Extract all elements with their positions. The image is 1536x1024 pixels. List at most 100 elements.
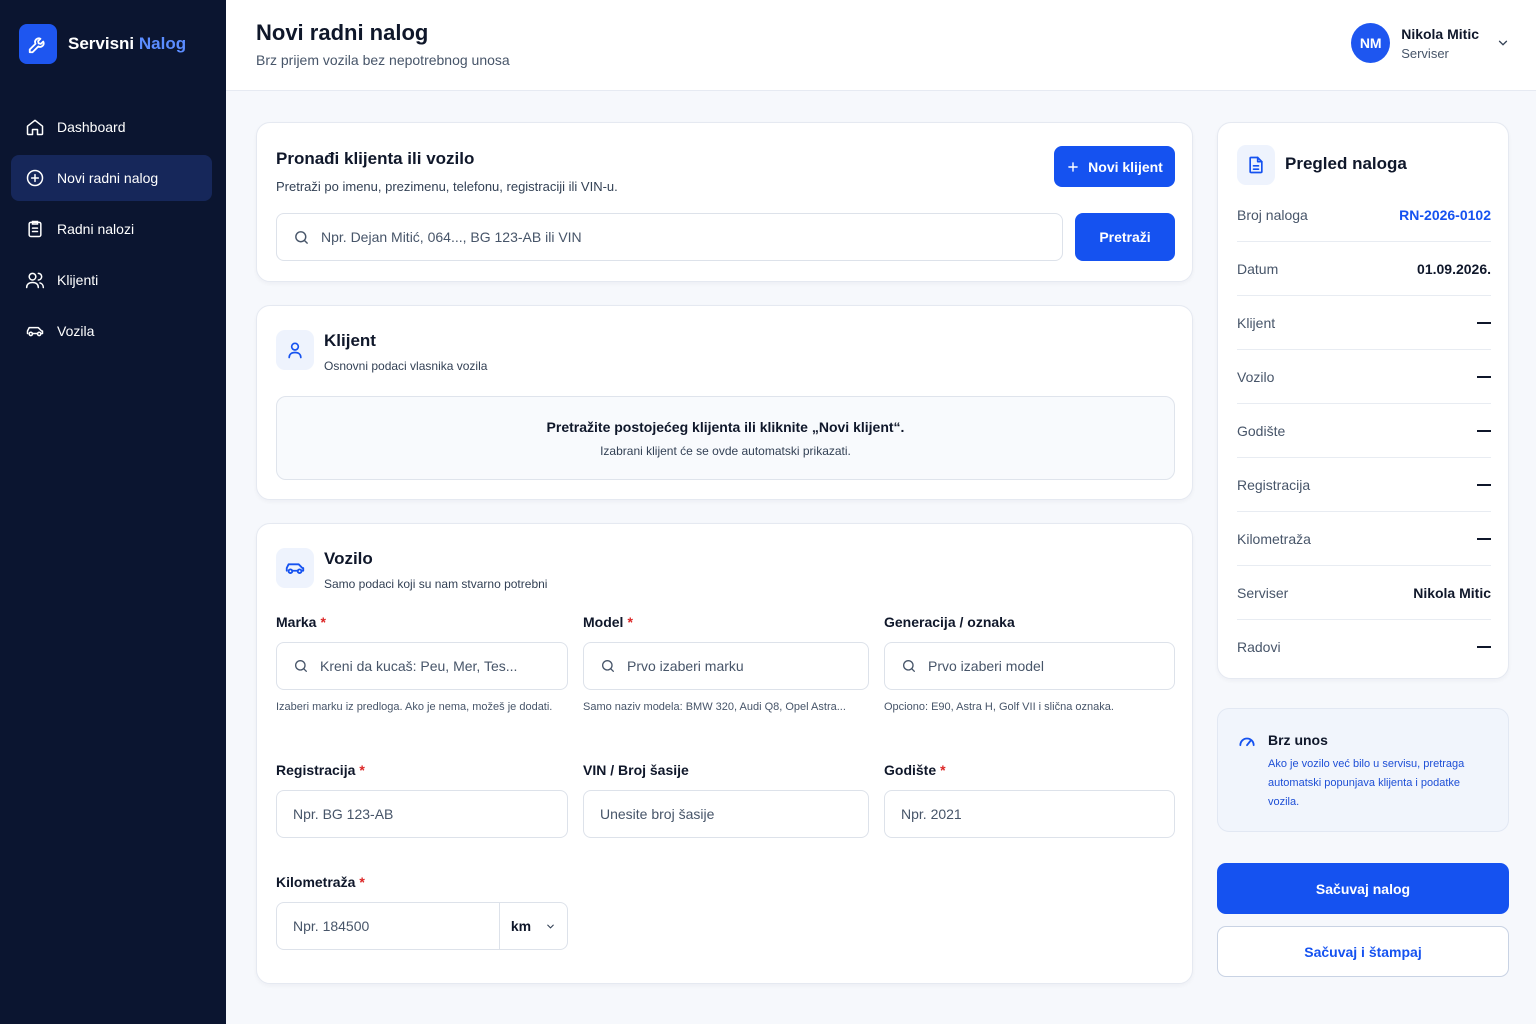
- page-title: Novi radni nalog: [256, 20, 429, 45]
- page-subtitle: Brz prijem vozila bez nepotrebnog unosa: [256, 52, 510, 68]
- search-title: Pronađi klijenta ili vozilo: [276, 149, 475, 168]
- mileage-label: Kilometraža *: [276, 874, 365, 890]
- sidebar-item-vehicles[interactable]: Vozila: [11, 308, 212, 354]
- plus-icon: [1068, 161, 1078, 172]
- quick-entry-text: Ako je vozilo već bilo u servisu, pretra…: [1268, 758, 1465, 808]
- summary-row-year: Godište: [1237, 404, 1491, 458]
- model-hint: Samo naziv modela: BMW 320, Audi Q8, Ope…: [583, 701, 846, 713]
- wrench-icon: [19, 24, 57, 64]
- sidebar-item-label: Vozila: [57, 323, 95, 339]
- user-name: Nikola Mitic: [1401, 25, 1479, 42]
- brand-name: Servisni Nalog: [68, 34, 187, 53]
- sidebar-item-work-orders[interactable]: Radni nalozi: [11, 206, 212, 252]
- model-placeholder: Prvo izaberi marku: [627, 658, 744, 674]
- make-placeholder: Kreni da kucaš: Peu, Mer, Tes...: [320, 658, 518, 674]
- search-input[interactable]: Npr. Dejan Mitić, 064..., BG 123-AB ili …: [276, 213, 1063, 261]
- vehicle-title: Vozilo: [324, 549, 373, 568]
- summary-title: Pregled naloga: [1285, 154, 1407, 173]
- sidebar-item-new-work-order[interactable]: Novi radni nalog: [11, 155, 212, 201]
- user-role: Serviser: [1401, 45, 1449, 61]
- sidebar-item-label: Radni nalozi: [57, 221, 135, 237]
- top-header: Novi radni nalog Brz prijem vozila bez n…: [226, 0, 1536, 91]
- empty-value-dash: [1477, 646, 1491, 648]
- vin-input[interactable]: Unesite broj šasije: [583, 790, 869, 838]
- sidebar-nav: Dashboard Novi radni nalog Radni nalozi …: [11, 104, 212, 359]
- summary-row-technician: Serviser Nikola Mitic: [1237, 566, 1491, 620]
- quick-entry-info: Brz unos Ako je vozilo već bilo u servis…: [1217, 708, 1509, 832]
- save-and-print-button[interactable]: Sačuvaj i štampaj: [1217, 926, 1509, 977]
- client-title: Klijent: [324, 331, 376, 350]
- model-label: Model *: [583, 614, 633, 630]
- registration-placeholder: Npr. BG 123-AB: [293, 806, 394, 822]
- summary-row-client: Klijent: [1237, 296, 1491, 350]
- summary-row-mileage: Kilometraža: [1237, 512, 1491, 566]
- user-icon: [276, 330, 314, 370]
- summary-row-registration: Registracija: [1237, 458, 1491, 512]
- search-placeholder: Npr. Dejan Mitić, 064..., BG 123-AB ili …: [321, 229, 582, 245]
- summary-card: Pregled naloga Broj naloga RN-2026-0102 D…: [1217, 122, 1509, 679]
- registration-label: Registracija *: [276, 762, 365, 778]
- empty-value-dash: [1477, 375, 1491, 378]
- registration-input[interactable]: Npr. BG 123-AB: [276, 790, 568, 838]
- generation-label: Generacija / oznaka: [884, 614, 1015, 630]
- vin-placeholder: Unesite broj šasije: [600, 806, 715, 822]
- summary-row-date: Datum 01.09.2026.: [1237, 242, 1491, 296]
- quick-entry-title: Brz unos: [1268, 732, 1328, 748]
- sidebar-item-label: Novi radni nalog: [57, 170, 159, 186]
- sidebar-item-dashboard[interactable]: Dashboard: [11, 104, 212, 150]
- sidebar-item-label: Dashboard: [57, 119, 126, 135]
- vehicle-card: Vozilo Samo podaci koji su nam stvarno p…: [256, 523, 1193, 984]
- mileage-unit-select[interactable]: km: [499, 903, 567, 949]
- client-subtitle: Osnovni podaci vlasnika vozila: [324, 359, 488, 373]
- sidebar-item-label: Klijenti: [57, 272, 99, 288]
- chevron-down-icon: [1498, 40, 1508, 46]
- model-input[interactable]: Prvo izaberi marku: [583, 642, 869, 690]
- vin-label: VIN / Broj šasije: [583, 762, 689, 778]
- make-hint: Izaberi marku iz predloga. Ako je nema, …: [276, 701, 553, 713]
- empty-value-dash: [1477, 483, 1491, 486]
- mileage-unit: km: [510, 918, 532, 934]
- empty-value-dash: [1477, 321, 1491, 324]
- search-icon: [602, 660, 614, 672]
- sidebar-item-clients[interactable]: Klijenti: [11, 257, 212, 303]
- generation-placeholder: Prvo izaberi model: [928, 658, 1044, 674]
- year-placeholder: Npr. 2021: [901, 806, 962, 822]
- client-card: Klijent Osnovni podaci vlasnika vozila P…: [256, 305, 1193, 500]
- user-menu[interactable]: NM Nikola Mitic Serviser: [1351, 23, 1510, 63]
- clipboard-icon: [28, 220, 42, 238]
- brand[interactable]: Servisni Nalog: [19, 24, 186, 64]
- search-icon: [295, 230, 308, 244]
- year-input[interactable]: Npr. 2021: [884, 790, 1175, 838]
- summary-row-work: Radovi: [1237, 620, 1491, 674]
- new-client-button[interactable]: Novi klijent: [1054, 146, 1175, 187]
- sidebar: Servisni Nalog Dashboard Novi radni nalo…: [0, 0, 226, 1024]
- client-empty-hint: Izabrani klijent će se ovde automatski p…: [600, 444, 851, 458]
- gauge-icon: [1239, 737, 1255, 747]
- empty-value-dash: [1477, 429, 1491, 432]
- client-empty-state: Pretražite postojećeg klijenta ili klikn…: [276, 396, 1175, 480]
- empty-value-dash: [1477, 537, 1491, 540]
- make-label: Marka *: [276, 614, 326, 630]
- home-icon: [26, 119, 44, 136]
- vehicle-subtitle: Samo podaci koji su nam stvarno potrebni: [324, 577, 548, 591]
- search-subtitle: Pretraži po imenu, prezimenu, telefonu, …: [276, 179, 618, 194]
- year-label: Godište *: [884, 762, 946, 778]
- car-icon: [26, 326, 44, 337]
- search-icon: [295, 660, 307, 672]
- document-icon: [1237, 145, 1275, 185]
- search-button[interactable]: Pretraži: [1075, 213, 1175, 261]
- users-icon: [25, 272, 45, 289]
- client-empty-message: Pretražite postojećeg klijenta ili klikn…: [546, 419, 905, 435]
- search-icon: [903, 660, 915, 672]
- mileage-placeholder: Npr. 184500: [293, 918, 370, 934]
- car-icon: [276, 548, 314, 588]
- new-client-label: Novi klijent: [1088, 158, 1163, 175]
- chevron-down-icon: [547, 924, 554, 929]
- avatar: NM: [1351, 23, 1391, 63]
- generation-hint: Opciono: E90, Astra H, Golf VII i slična…: [884, 701, 1114, 713]
- plus-circle-icon: [26, 169, 44, 187]
- save-button[interactable]: Sačuvaj nalog: [1217, 863, 1509, 914]
- generation-input[interactable]: Prvo izaberi model: [884, 642, 1175, 690]
- mileage-input[interactable]: Npr. 184500 km: [276, 902, 568, 950]
- make-input[interactable]: Kreni da kucaš: Peu, Mer, Tes...: [276, 642, 568, 690]
